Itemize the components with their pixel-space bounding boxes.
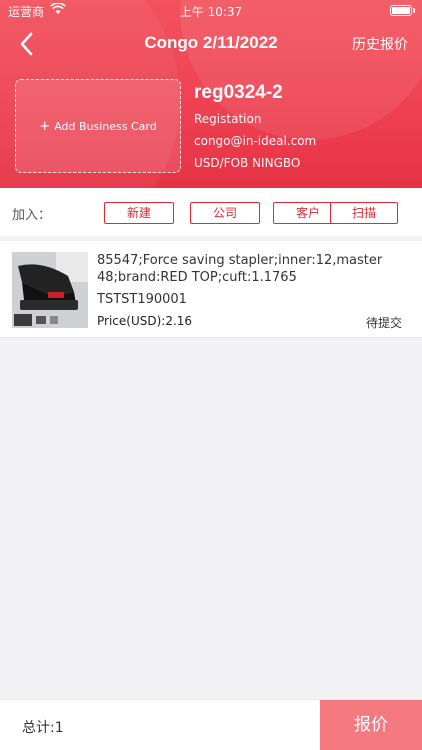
customer-email: congo@in-ideal.com — [194, 134, 317, 148]
company-button[interactable]: 公司 — [190, 202, 260, 224]
bottom-bar: 总计:1 报价 — [0, 699, 422, 750]
add-bar: 加入： 新建 公司 客户 扫描 — [0, 188, 422, 236]
status-bar: 运营商 上午 10:37 — [0, 0, 422, 22]
customer-info: reg0324-2 Registation congo@in-ideal.com… — [194, 82, 316, 178]
battery-cap — [413, 8, 415, 13]
new-button[interactable]: 新建 — [104, 202, 174, 224]
plus-icon: + — [39, 118, 51, 134]
history-quotes-button[interactable]: 历史报价 — [352, 34, 408, 54]
customer-terms: USD/FOB NINGBO — [194, 156, 301, 170]
product-code: TSTST190001 — [97, 292, 187, 307]
product-price: Price(USD):2.16 — [97, 314, 193, 328]
header: 运营商 上午 10:37 Congo 2/11/2022 历史报价 + Add … — [0, 0, 422, 188]
product-list-item[interactable]: 85547;Force saving stapler;inner:12,mast… — [0, 240, 422, 338]
add-business-card-label: Add Business Card — [54, 119, 157, 133]
customer-type: Registation — [194, 112, 262, 126]
battery-icon — [390, 5, 412, 16]
add-business-card-button[interactable]: + Add Business Card — [15, 79, 181, 173]
scan-button[interactable]: 扫描 — [330, 202, 398, 224]
product-image — [12, 252, 88, 328]
total-count: 总计:1 — [22, 720, 64, 736]
product-description: 85547;Force saving stapler;inner:12,mast… — [97, 253, 383, 285]
quote-button[interactable]: 报价 — [320, 700, 422, 750]
customer-name: reg0324-2 — [194, 82, 283, 103]
add-label: 加入： — [12, 208, 52, 223]
nav-bar: Congo 2/11/2022 历史报价 — [0, 22, 422, 66]
clock: 上午 10:37 — [179, 5, 243, 19]
product-status: 待提交 — [365, 316, 402, 330]
